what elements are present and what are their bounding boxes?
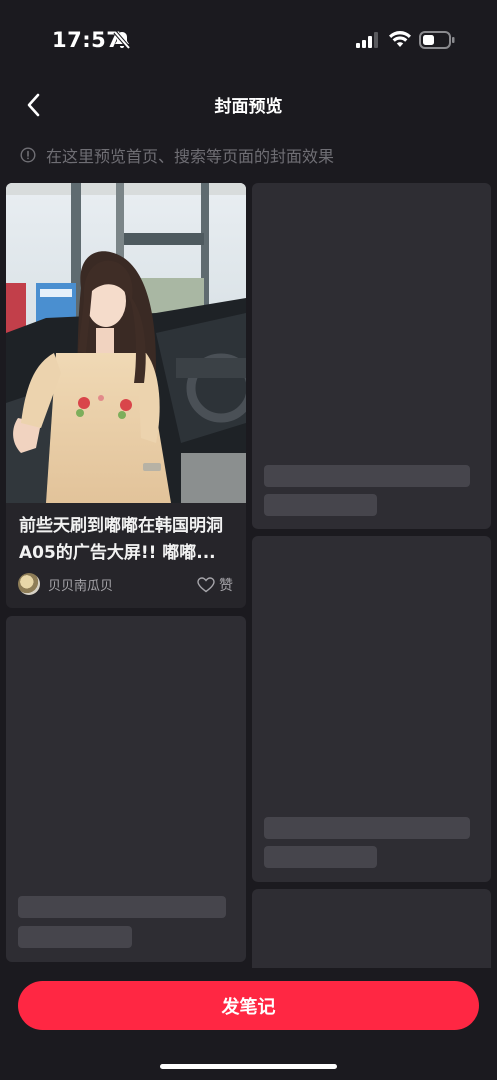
preview-hint: 在这里预览首页、搜索等页面的封面效果 — [20, 142, 334, 168]
home-indicator — [160, 1064, 337, 1069]
placeholder-card — [252, 183, 491, 529]
page-title: 封面预览 — [214, 97, 283, 117]
mute-bell-icon — [112, 30, 132, 54]
skeleton-line — [264, 494, 377, 516]
skeleton-line — [264, 465, 470, 487]
placeholder-card — [252, 536, 491, 882]
skeleton-line — [264, 817, 470, 839]
skeleton-line — [264, 846, 377, 868]
info-icon — [20, 147, 36, 163]
status-bar: 17:57 — [0, 0, 497, 80]
like-label: 赞 — [219, 578, 233, 594]
like-button[interactable]: 赞 — [197, 575, 233, 595]
hint-text: 在这里预览首页、搜索等页面的封面效果 — [46, 147, 335, 166]
avatar — [18, 573, 40, 595]
battery-icon — [419, 31, 455, 53]
skeleton-line — [18, 896, 226, 918]
cover-image — [6, 183, 246, 503]
cellular-signal-icon — [356, 32, 380, 52]
wifi-icon — [389, 30, 411, 52]
bottom-bar: 发笔记 — [0, 968, 497, 1080]
author-name: 贝贝南瓜贝 — [48, 578, 114, 594]
note-title: 前些天刷到嘟嘟在韩国明洞A05的广告大屏!! 嘟嘟... — [19, 516, 223, 563]
heart-icon — [197, 577, 215, 593]
note-card[interactable]: 前些天刷到嘟嘟在韩国明洞A05的广告大屏!! 嘟嘟... 贝贝南瓜贝 赞 — [6, 183, 246, 608]
author-info[interactable]: 贝贝南瓜贝 — [18, 573, 113, 595]
skeleton-line — [18, 926, 132, 948]
publish-note-button[interactable]: 发笔记 — [18, 981, 479, 1030]
status-time: 17:57 — [52, 28, 122, 52]
nav-bar: 封面预览 — [0, 80, 497, 130]
placeholder-card — [6, 616, 246, 962]
